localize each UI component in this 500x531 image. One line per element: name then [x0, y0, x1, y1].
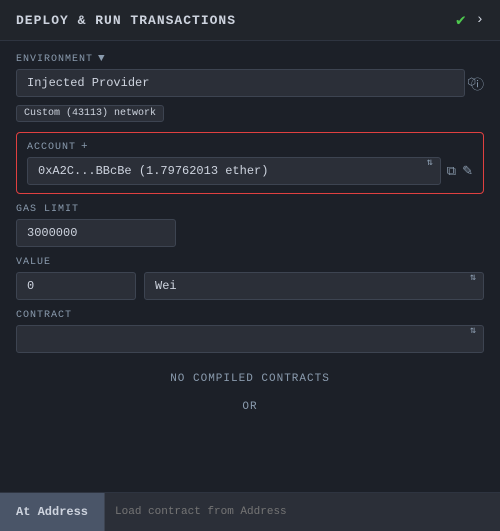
contract-label: CONTRACT: [16, 310, 484, 321]
info-icon[interactable]: ⓘ: [471, 74, 484, 93]
wei-select-wrapper: Wei ⇅: [144, 272, 484, 300]
value-input[interactable]: [16, 272, 136, 300]
header-icons: ✔ ›: [456, 10, 484, 30]
contract-section: CONTRACT ⇅: [16, 310, 484, 353]
deploy-panel: DEPLOY & RUN TRANSACTIONS ✔ › ENVIRONMEN…: [0, 0, 500, 531]
environment-select-wrapper: Injected Provider ⬡ ⓘ: [16, 69, 484, 97]
bottom-bar: At Address: [0, 492, 500, 531]
value-section: VALUE Wei ⇅: [16, 257, 484, 300]
account-section: ACCOUNT + 0xA2C...BBcBe (1.79762013 ethe…: [16, 132, 484, 194]
account-select[interactable]: 0xA2C...BBcBe (1.79762013 ether): [27, 157, 441, 185]
account-select-wrapper: 0xA2C...BBcBe (1.79762013 ether) ⇅: [27, 157, 441, 185]
add-account-icon[interactable]: +: [81, 141, 89, 153]
at-address-button[interactable]: At Address: [0, 493, 104, 531]
or-divider: OR: [16, 401, 484, 413]
wei-select[interactable]: Wei: [144, 272, 484, 300]
panel-content: ENVIRONMENT ▼ Injected Provider ⬡ ⓘ Cust…: [0, 41, 500, 492]
no-contracts-message: NO COMPILED CONTRACTS: [16, 373, 484, 385]
load-contract-input[interactable]: [104, 493, 500, 531]
gas-limit-input[interactable]: [16, 219, 176, 247]
environment-label: ENVIRONMENT ▼: [16, 53, 484, 65]
environment-section: ENVIRONMENT ▼ Injected Provider ⬡ ⓘ Cust…: [16, 53, 484, 122]
gas-limit-section: GAS LIMIT: [16, 204, 484, 247]
network-badge: Custom (43113) network: [16, 105, 164, 122]
filter-icon: ▼: [98, 53, 106, 65]
copy-account-button[interactable]: ⧉: [447, 163, 456, 179]
account-label: ACCOUNT +: [27, 141, 473, 153]
environment-select[interactable]: Injected Provider: [16, 69, 465, 97]
value-label: VALUE: [16, 257, 484, 268]
account-row: 0xA2C...BBcBe (1.79762013 ether) ⇅ ⧉ ✎: [27, 157, 473, 185]
value-row: Wei ⇅: [16, 272, 484, 300]
panel-header: DEPLOY & RUN TRANSACTIONS ✔ ›: [0, 0, 500, 41]
edit-account-button[interactable]: ✎: [462, 163, 473, 179]
contract-select-wrapper: ⇅: [16, 325, 484, 353]
check-icon: ✔: [456, 10, 466, 30]
panel-title: DEPLOY & RUN TRANSACTIONS: [16, 13, 236, 28]
contract-select[interactable]: [16, 325, 484, 353]
gas-limit-label: GAS LIMIT: [16, 204, 484, 215]
chevron-right-icon[interactable]: ›: [476, 12, 484, 28]
account-icons: ⧉ ✎: [447, 163, 473, 179]
